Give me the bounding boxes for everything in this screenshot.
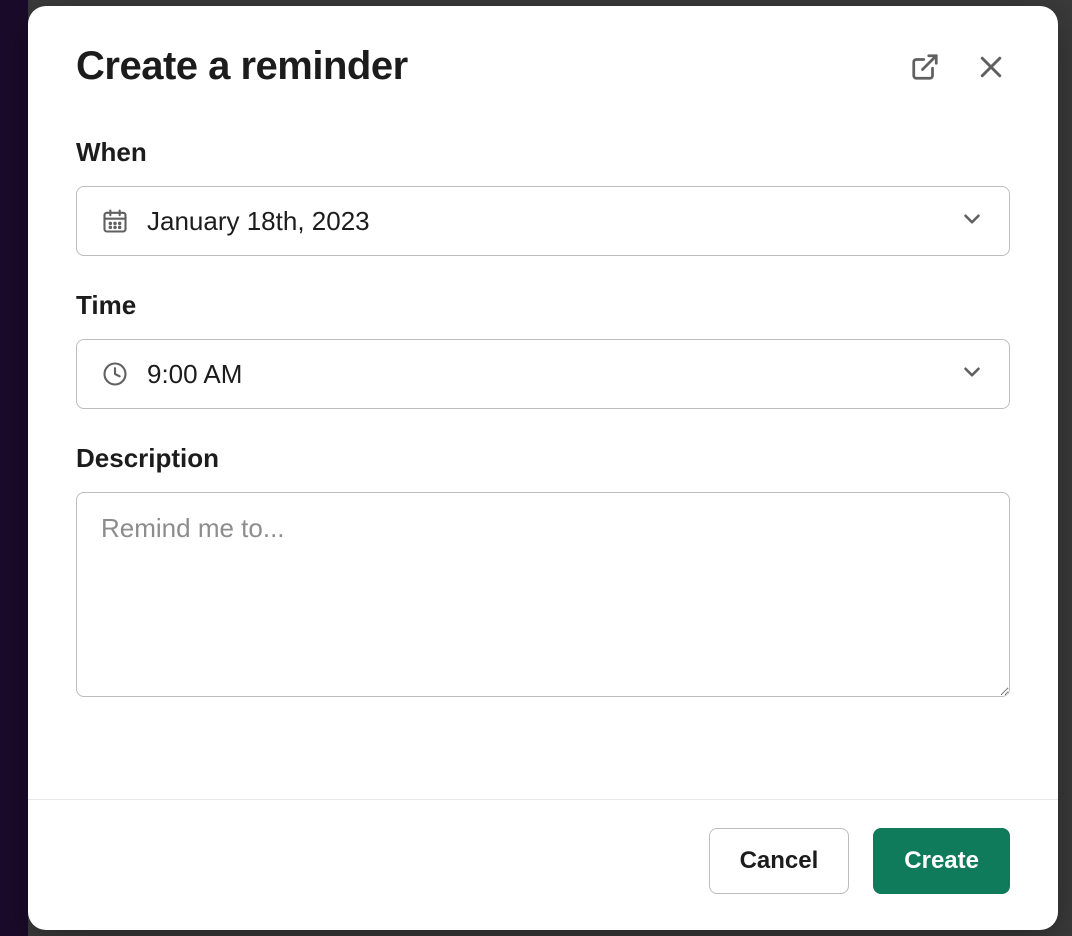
sidebar-fragment (0, 0, 28, 936)
calendar-icon (101, 207, 129, 235)
description-input[interactable] (76, 492, 1010, 697)
create-button[interactable]: Create (873, 828, 1010, 894)
close-icon (976, 52, 1006, 82)
clock-icon (101, 360, 129, 388)
when-value: January 18th, 2023 (147, 206, 959, 237)
when-field: When January 18 (76, 137, 1010, 256)
description-field: Description (76, 443, 1010, 702)
time-picker[interactable]: 9:00 AM (76, 339, 1010, 409)
modal-title: Create a reminder (76, 44, 408, 89)
external-link-icon (910, 52, 940, 82)
when-label: When (76, 137, 1010, 168)
modal-header-actions (906, 48, 1010, 86)
description-label: Description (76, 443, 1010, 474)
modal-body: Create a reminder (28, 6, 1058, 799)
cancel-button[interactable]: Cancel (709, 828, 850, 894)
chevron-down-icon (959, 359, 985, 390)
close-button[interactable] (972, 48, 1010, 86)
time-value: 9:00 AM (147, 359, 959, 390)
create-reminder-modal: Create a reminder (28, 6, 1058, 930)
chevron-down-icon (959, 206, 985, 237)
when-date-picker[interactable]: January 18th, 2023 (76, 186, 1010, 256)
modal-footer: Cancel Create (28, 799, 1058, 930)
time-label: Time (76, 290, 1010, 321)
time-field: Time 9:00 AM (76, 290, 1010, 409)
modal-header: Create a reminder (76, 44, 1010, 89)
open-in-new-window-button[interactable] (906, 48, 944, 86)
